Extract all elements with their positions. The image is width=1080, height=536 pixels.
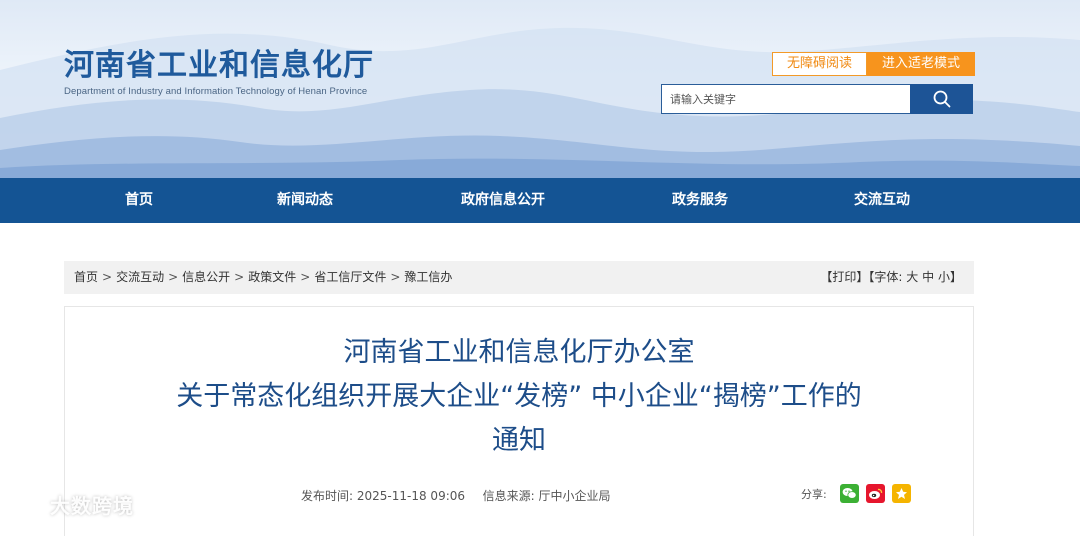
font-size-close-bracket: 】 <box>949 270 962 284</box>
breadcrumb-item-home[interactable]: 首页 <box>74 270 98 284</box>
site-logo[interactable]: 河南省工业和信息化厅 Department of Industry and In… <box>64 48 374 97</box>
watermark-text: 大数跨境 <box>50 494 134 518</box>
mode-buttons: 无障碍阅读 进入适老模式 <box>772 52 975 76</box>
breadcrumb-separator: > <box>168 270 179 284</box>
source-value: 厅中小企业局 <box>538 489 611 503</box>
weibo-icon[interactable] <box>865 484 885 503</box>
search-icon <box>933 90 950 108</box>
qzone-icon[interactable] <box>891 484 911 503</box>
font-size-small-button[interactable]: 小 <box>938 270 950 284</box>
site-title: 河南省工业和信息化厅 <box>64 48 374 83</box>
font-size-label: 【字体: <box>868 270 903 284</box>
article-title-line: 关于常态化组织开展大企业“发榜” 中小企业“揭榜”工作的 <box>176 381 862 412</box>
source-label: 信息来源: <box>482 489 535 503</box>
article-title-line: 通知 <box>492 425 546 456</box>
font-size-large-button[interactable]: 大 <box>906 270 918 284</box>
article-title: 河南省工业和信息化厅办公室 关于常态化组织开展大企业“发榜” 中小企业“揭榜”工… <box>65 331 973 463</box>
article-meta: 发布时间: 2025-11-18 09:06 信息来源: 厅中小企业局 <box>301 487 611 504</box>
nav-item-interaction[interactable]: 交流互动 <box>854 178 910 223</box>
breadcrumb-item-dept-files[interactable]: 省工信厅文件 <box>314 270 386 284</box>
header-banner: 河南省工业和信息化厅 Department of Industry and In… <box>0 0 1080 178</box>
search-input[interactable] <box>661 84 910 114</box>
site-subtitle: Department of Industry and Information T… <box>64 86 368 97</box>
share-bar: 分享: <box>801 484 911 503</box>
print-button[interactable]: 【打印】 <box>820 270 868 284</box>
breadcrumb-item-info[interactable]: 信息公开 <box>182 270 230 284</box>
wechat-icon[interactable] <box>839 484 859 503</box>
article-card: 河南省工业和信息化厅办公室 关于常态化组织开展大企业“发榜” 中小企业“揭榜”工… <box>64 306 974 536</box>
breadcrumb-item-current[interactable]: 豫工信办 <box>404 270 452 284</box>
publish-time: 2025-11-18 09:06 <box>356 489 466 503</box>
share-label: 分享: <box>801 487 827 501</box>
nav-item-gov-info[interactable]: 政府信息公开 <box>461 178 545 223</box>
accessibility-button[interactable]: 无障碍阅读 <box>772 52 867 76</box>
article-title-line: 河南省工业和信息化厅办公室 <box>343 337 695 368</box>
nav-item-services[interactable]: 政务服务 <box>672 178 728 223</box>
page-tools: 【打印】【字体: 大 中 小】 <box>820 261 962 294</box>
font-size-medium-button[interactable]: 中 <box>922 270 934 284</box>
breadcrumb-separator: > <box>234 270 245 284</box>
nav-item-news[interactable]: 新闻动态 <box>277 178 333 223</box>
watermark-logo-icon <box>10 494 47 514</box>
breadcrumb-bar: 首页 > 交流互动 > 信息公开 > 政策文件 > 省工信厅文件 > 豫工信办 【打印】【字体: 大… <box>64 261 974 294</box>
search-bar <box>661 84 973 114</box>
watermark: 大数跨境 <box>8 490 134 519</box>
nav-item-home[interactable]: 首页 <box>125 178 153 223</box>
breadcrumb-item-interaction[interactable]: 交流互动 <box>116 270 164 284</box>
search-button[interactable] <box>910 84 973 114</box>
elder-mode-button[interactable]: 进入适老模式 <box>867 52 975 76</box>
breadcrumb-item-policy[interactable]: 政策文件 <box>248 270 296 284</box>
main-nav: 首页 新闻动态 政府信息公开 政务服务 交流互动 <box>0 178 1080 223</box>
breadcrumb: 首页 > 交流互动 > 信息公开 > 政策文件 > 省工信厅文件 > 豫工信办 <box>74 261 452 294</box>
publish-time-label: 发布时间: <box>301 489 354 503</box>
breadcrumb-separator: > <box>300 270 311 284</box>
breadcrumb-separator: > <box>390 270 401 284</box>
breadcrumb-separator: > <box>102 270 113 284</box>
